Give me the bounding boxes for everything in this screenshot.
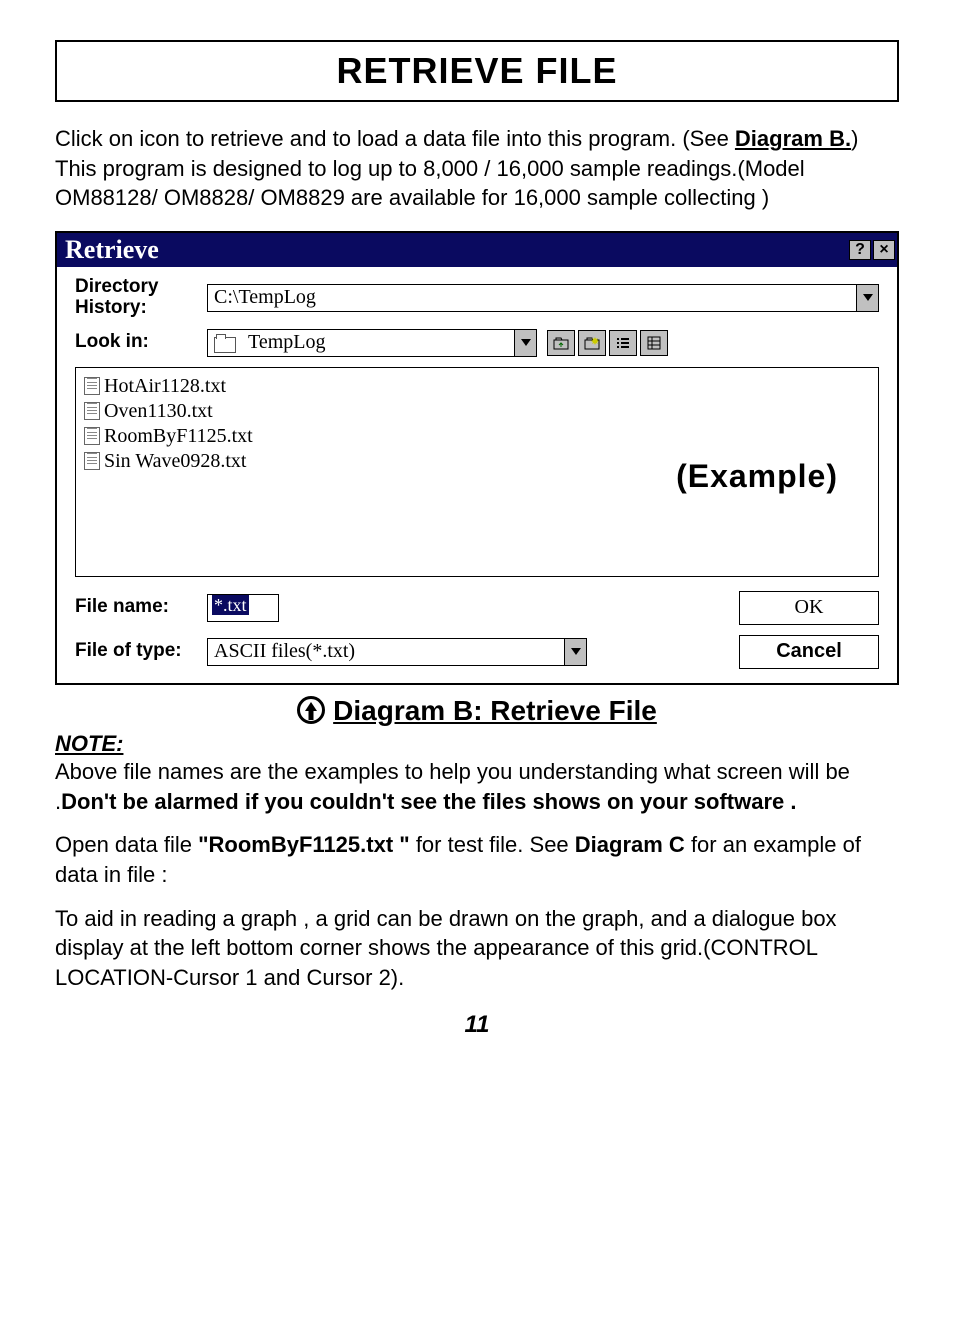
document-icon (84, 402, 100, 420)
file-name-text: RoomByF1125.txt (104, 424, 253, 449)
folder-icon (214, 334, 236, 352)
dialog-titlebar: Retrieve ? × (57, 233, 897, 267)
details-icon (646, 335, 662, 351)
file-type-combo[interactable]: ASCII files(*.txt) (207, 638, 587, 666)
file-type-combo-wrapper: ASCII files(*.txt) (207, 638, 739, 666)
diagram-c-reference: Diagram C (575, 832, 685, 857)
page-number: 11 (55, 1011, 899, 1039)
look-in-toolbar (547, 330, 668, 356)
file-item[interactable]: Oven1130.txt (84, 399, 870, 424)
look-in-dropdown-button[interactable] (514, 330, 536, 356)
example-watermark: (Example) (676, 458, 838, 495)
intro-text-1: Click on icon to retrieve and to load a … (55, 126, 735, 151)
ok-button[interactable]: OK (739, 591, 879, 625)
file-type-label: File of type: (75, 641, 207, 662)
file-type-value: ASCII files(*.txt) (208, 640, 564, 663)
file-name-input-wrapper: *.txt (207, 594, 739, 622)
up-one-level-button[interactable] (547, 330, 575, 356)
test-file-name: "RoomByF1125.txt " (198, 832, 410, 857)
file-item[interactable]: HotAir1128.txt (84, 374, 870, 399)
file-type-dropdown-button[interactable] (564, 639, 586, 665)
intro-paragraph: Click on icon to retrieve and to load a … (55, 124, 899, 213)
note-paragraph-2: Open data file "RoomByF1125.txt " for te… (55, 830, 899, 889)
list-icon (615, 335, 631, 351)
list-view-button[interactable] (609, 330, 637, 356)
diagram-caption: Diagram B: Retrieve File (55, 695, 899, 727)
look-in-value: TempLog (242, 331, 514, 354)
file-name-text: Oven1130.txt (104, 399, 213, 424)
note-paragraph-3: To aid in reading a graph , a grid can b… (55, 904, 899, 993)
diagram-caption-text: Diagram B: Retrieve File (333, 695, 657, 726)
file-name-label: File name: (75, 597, 207, 618)
document-icon (84, 377, 100, 395)
file-name-text: HotAir1128.txt (104, 374, 226, 399)
help-button[interactable]: ? (849, 240, 871, 260)
diagram-b-reference: Diagram B. (735, 126, 851, 151)
new-folder-button[interactable] (578, 330, 606, 356)
file-name-text: Sin Wave0928.txt (104, 449, 246, 474)
chevron-down-icon (571, 648, 581, 655)
file-list[interactable]: HotAir1128.txt Oven1130.txt RoomByF1125.… (75, 367, 879, 577)
note-emphasis: Don't be alarmed if you couldn't see the… (61, 789, 796, 814)
dialog-title: Retrieve (65, 235, 159, 265)
look-in-label: Look in: (75, 332, 207, 353)
note-text: for test file. See (410, 832, 575, 857)
retrieve-dialog: Retrieve ? × Directory History: C:\TempL… (55, 231, 899, 685)
cancel-button[interactable]: Cancel (739, 635, 879, 669)
details-view-button[interactable] (640, 330, 668, 356)
file-name-input[interactable]: *.txt (207, 594, 279, 622)
directory-history-value: C:\TempLog (208, 286, 856, 309)
note-heading: NOTE: (55, 731, 899, 757)
folder-new-icon (584, 335, 600, 351)
file-name-value: *.txt (212, 595, 249, 615)
document-icon (84, 427, 100, 445)
up-arrow-icon (297, 696, 325, 724)
directory-history-dropdown-button[interactable] (856, 285, 878, 311)
page-title: RETRIEVE FILE (55, 40, 899, 102)
directory-history-combo[interactable]: C:\TempLog (207, 284, 879, 312)
look-in-combo[interactable]: TempLog (207, 329, 537, 357)
directory-history-label: Directory History: (75, 277, 207, 319)
close-button[interactable]: × (873, 240, 895, 260)
note-paragraph-1: Above file names are the examples to hel… (55, 757, 899, 816)
chevron-down-icon (521, 339, 531, 346)
chevron-down-icon (863, 294, 873, 301)
note-text: Open data file (55, 832, 198, 857)
file-item[interactable]: RoomByF1125.txt (84, 424, 870, 449)
folder-up-icon (553, 335, 569, 351)
document-icon (84, 452, 100, 470)
